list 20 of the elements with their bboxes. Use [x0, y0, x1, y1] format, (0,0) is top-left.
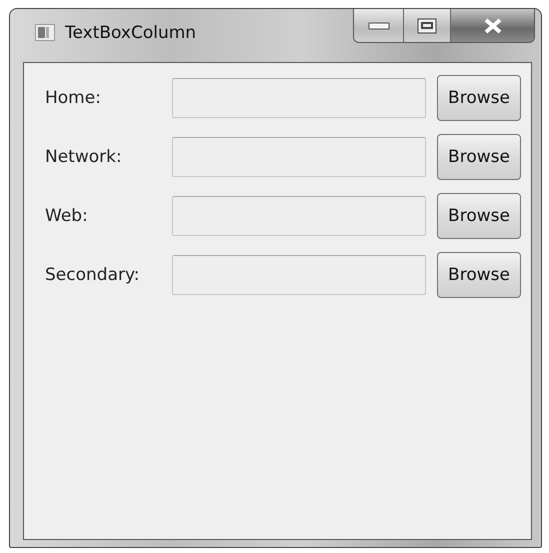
browse-button[interactable]: Browse — [437, 252, 521, 298]
browse-button[interactable]: Browse — [437, 193, 521, 239]
window-title: TextBoxColumn — [65, 23, 198, 43]
maximize-icon — [417, 18, 437, 34]
browse-button[interactable]: Browse — [437, 75, 521, 121]
close-button[interactable] — [450, 9, 534, 42]
field-label: Network: — [45, 147, 123, 167]
text-field[interactable] — [172, 78, 426, 118]
field-label: Home: — [45, 88, 102, 108]
minimize-icon — [368, 22, 390, 30]
maximize-button[interactable] — [403, 9, 450, 42]
window-icon — [35, 24, 55, 41]
minimize-button[interactable] — [354, 9, 403, 42]
field-label: Secondary: — [45, 265, 141, 285]
text-field[interactable] — [172, 196, 426, 236]
browse-button[interactable]: Browse — [437, 134, 521, 180]
text-field[interactable] — [172, 137, 426, 177]
text-field[interactable] — [172, 255, 426, 295]
close-icon — [482, 18, 502, 34]
field-label: Web: — [45, 206, 89, 226]
